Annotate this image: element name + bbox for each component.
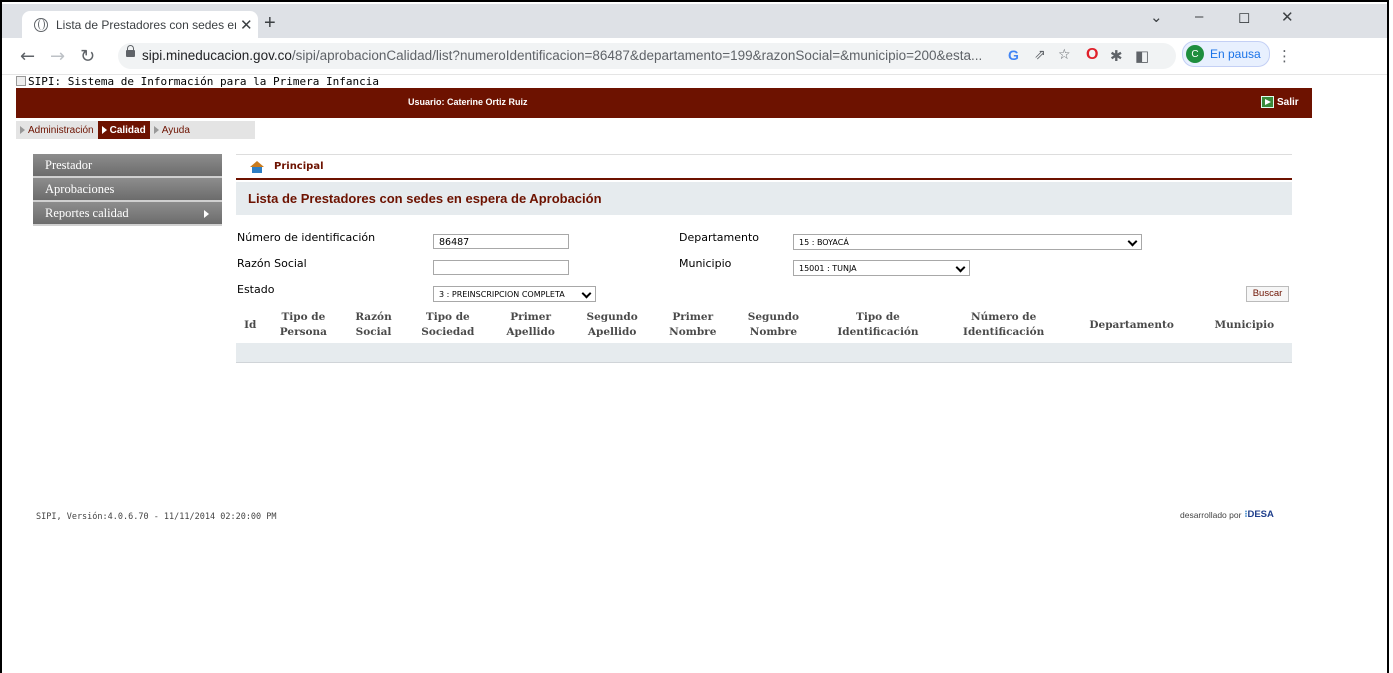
lock-icon [126,45,135,57]
col-tipo-persona[interactable]: Tipo de Persona [264,307,343,343]
razon-social-input[interactable] [433,260,569,275]
back-arrow-icon[interactable]: ← [20,46,35,67]
bookmark-star-icon[interactable]: ☆ [1058,47,1071,63]
opera-extension-icon[interactable]: O [1086,46,1098,64]
municipio-label: Municipio [679,257,732,270]
extensions-puzzle-icon[interactable]: ✱ [1110,47,1123,65]
site-banner: SIPI: Sistema de Información para la Pri… [16,74,379,88]
table-header-row: Id Tipo de Persona Razón Social Tipo de Soc… [236,307,1292,343]
col-segundo-nombre[interactable]: Segundo Nombre [731,307,816,343]
col-primer-nombre[interactable]: Primer Nombre [653,307,732,343]
reload-icon[interactable]: ↻ [80,46,95,67]
browser-toolbar: ← → ↻ sipi.mineducacion.gov.co/sipi/apro… [2,38,1387,75]
browser-tab[interactable]: Lista de Prestadores con sedes en ✕ [22,11,258,38]
top-menu: Administración Calidad Ayuda [16,121,255,139]
tab-title: Lista de Prestadores con sedes en [56,17,236,32]
results-table: Id Tipo de Persona Razón Social Tipo de Soc… [236,307,1292,363]
address-bar[interactable]: sipi.mineducacion.gov.co/sipi/aprobacion… [118,43,1176,69]
menu-item-ayuda[interactable]: Ayuda [150,121,194,139]
chevron-down-icon [955,262,966,273]
exit-icon [1261,96,1274,108]
departamento-label: Departamento [679,231,760,244]
menu-item-administracion[interactable]: Administración [16,121,98,139]
menu-item-calidad[interactable]: Calidad [97,121,150,139]
footer-version: SIPI, Versión:4.0.6.70 - 11/11/2014 02:2… [36,512,277,522]
col-id[interactable]: Id [236,307,265,343]
estado-label: Estado [237,283,275,296]
triangle-right-icon [101,126,107,134]
browser-tabstrip: Lista de Prestadores con sedes en ✕ + ⌄ … [2,4,1387,38]
page-title: Lista de Prestadores con sedes en espera… [236,182,1292,215]
triangle-right-icon [153,126,159,134]
url-text: sipi.mineducacion.gov.co/sipi/aprobacion… [142,48,983,63]
breadcrumb: Principal [236,154,1292,180]
triangle-right-icon [20,126,25,134]
chevron-down-icon [1127,236,1138,247]
share-icon[interactable]: ⇗ [1034,47,1046,63]
close-window-button[interactable]: ✕ [1281,8,1294,26]
tab-close-icon[interactable]: ✕ [240,16,253,34]
new-tab-button[interactable]: + [264,12,276,35]
sidebar: Prestador Aprobaciones Reportes calidad [33,154,222,226]
col-departamento[interactable]: Departamento [1066,307,1197,343]
col-tipo-sociedad[interactable]: Tipo de Sociedad [404,307,491,343]
col-tipo-identificacion[interactable]: Tipo de Identificación [815,307,941,343]
user-label: Usuario: Caterine Ortiz Ruiz [408,97,528,107]
profile-button[interactable]: C En pausa [1182,41,1270,67]
user-bar: Usuario: Caterine Ortiz Ruiz Salir [16,88,1312,118]
broken-image-icon [16,76,26,86]
col-segundo-apellido[interactable]: Segundo Apellido [570,307,654,343]
tab-search-chevron-icon[interactable]: ⌄ [1150,8,1163,26]
sidebar-item-aprobaciones[interactable]: Aprobaciones [33,178,222,202]
footer-developer: desarrollado por ⁝DESA [1180,509,1274,520]
numero-identificacion-label: Número de identificación [237,231,376,244]
google-translate-icon[interactable]: G [1008,47,1019,63]
buscar-button[interactable]: Buscar [1246,286,1289,302]
sidebar-item-reportes-calidad[interactable]: Reportes calidad [33,202,222,226]
municipio-select[interactable]: 15001 : TUNJA [793,260,970,276]
submenu-arrow-icon [204,210,209,218]
empty-row [236,343,1292,363]
restore-button[interactable]: ◻ [1238,8,1250,26]
profile-status: En pausa [1210,47,1261,61]
avatar: C [1186,45,1204,63]
numero-identificacion-input[interactable]: 86487 [433,234,569,249]
breadcrumb-principal[interactable]: Principal [274,161,324,172]
desa-logo-icon: ⁝DESA [1244,509,1274,520]
side-panel-icon[interactable]: ◧ [1135,47,1149,65]
razon-social-label: Razón Social [237,257,307,270]
departamento-select[interactable]: 15 : BOYACÁ [793,234,1142,250]
globe-icon [34,17,48,32]
sidebar-item-prestador[interactable]: Prestador [33,154,222,178]
estado-select[interactable]: 3 : PREINSCRIPCION COMPLETA [433,286,596,302]
minimize-button[interactable]: – [1195,8,1203,25]
col-primer-apellido[interactable]: Primer Apellido [490,307,571,343]
logout-button[interactable]: Salir [1261,96,1299,108]
col-numero-identificacion[interactable]: Número de Identificación [940,307,1067,343]
col-municipio[interactable]: Municipio [1196,307,1292,343]
forward-arrow-icon[interactable]: → [50,46,65,67]
col-razon-social[interactable]: Razón Social [342,307,405,343]
chevron-down-icon [581,288,592,299]
menu-kebab-icon[interactable]: ⋮ [1277,47,1292,65]
home-icon[interactable] [250,160,264,173]
